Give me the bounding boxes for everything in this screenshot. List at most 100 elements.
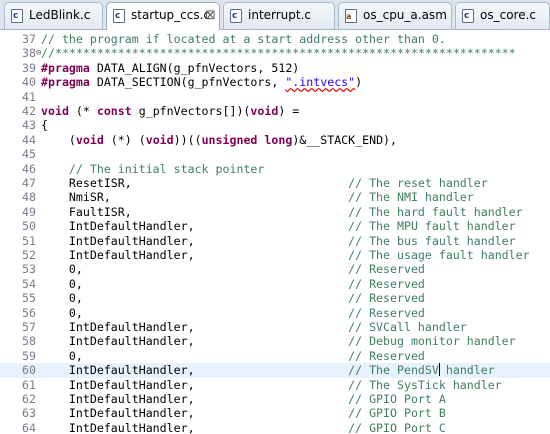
comment-token: // The hard fault handler [348,204,523,219]
code-line[interactable]: 39 #pragma DATA_ALIGN(g_pfnVectors, 512) [0,61,550,75]
code-line[interactable]: 52 IntDefaultHandler, // The usage fault… [0,248,550,262]
code-line[interactable]: 47 ResetISR, // The reset handler [0,176,550,190]
code-line[interactable]: 42 void (* const g_pfnVectors[])(void) = [0,104,550,118]
code-line[interactable]: 41 [0,90,550,104]
comment-token: // SVCall handler [348,320,467,334]
c-file-icon: c [11,9,23,23]
code-token: )&__STACK_END), [292,132,398,147]
keyword-token: const [96,104,132,118]
line-number: 39 [22,60,36,75]
code-token: IntDefaultHandler, [41,363,349,378]
code-token: 0, [41,276,349,291]
code-token: ResetISR, [41,176,349,190]
line-number: 55 [22,291,36,306]
c-file-icon: c [230,9,242,23]
code-token: IntDefaultHandler, [41,233,349,248]
code-line[interactable]: 50 IntDefaultHandler, // The MPU fault h… [0,219,550,233]
code-text: 0, // Reserved [41,349,425,363]
code-text: IntDefaultHandler, // The SysTick handle… [41,378,502,392]
code-line[interactable]: 40 #pragma DATA_SECTION(g_pfnVectors, ".i… [0,75,550,89]
code-token: IntDefaultHandler, [41,392,349,406]
code-line[interactable]: 51 IntDefaultHandler, // The bus fault h… [0,234,550,248]
code-text: FaultISR, // The hard fault handler [41,205,523,219]
comment-token: // The initial stack pointer [41,161,265,176]
tab-interrupt[interactable]: c interrupt.c [223,2,335,29]
code-token: DATA_ALIGN(g_pfnVectors, 512) [89,60,300,75]
code-token: ) [355,75,363,90]
code-text: 0, // Reserved [41,262,425,276]
keyword-token: void [250,104,279,118]
tab-os-core[interactable]: c os_core.c [455,2,550,29]
code-line[interactable]: 38 ⊖//***********************************… [0,46,550,60]
code-line[interactable]: 57 IntDefaultHandler, // SVCall handler [0,320,550,334]
line-number: 41 [22,89,36,104]
comment-token: // Debug monitor handler [348,334,516,349]
code-text: void (* const g_pfnVectors[])(void) = [41,104,299,118]
code-line[interactable]: 54 0, // Reserved [0,277,550,291]
code-editor[interactable]: 37 // the program if located at a start a… [0,30,550,434]
code-token: IntDefaultHandler, [41,320,349,334]
comment-token: // GPIO Port A [348,392,446,406]
code-token: DATA_SECTION(g_pfnVectors, [89,75,286,90]
line-number: 46 [22,161,36,176]
code-line[interactable]: 63 IntDefaultHandler, // GPIO Port B [0,406,550,420]
line-number: 59 [22,348,36,363]
code-line[interactable]: 60 IntDefaultHandler, // The PendSV hand… [0,363,550,378]
code-text: NmiSR, // The NMI handler [41,190,474,204]
keyword-token: #pragma [41,75,90,90]
code-line[interactable]: 58 IntDefaultHandler, // Debug monitor h… [0,334,550,348]
close-icon[interactable]: ⊠ [205,3,216,28]
code-text: { [41,118,48,132]
line-number: 51 [22,233,36,248]
code-line[interactable]: 62 IntDefaultHandler, // GPIO Port A [0,392,550,406]
line-number: 57 [22,320,36,334]
code-text: 0, // Reserved [41,291,425,305]
line-number: 44 [22,132,36,147]
code-line[interactable]: 53 0, // Reserved [0,262,550,276]
tab-startup-ccs[interactable]: c startup_ccs.c ⊠ [106,2,220,30]
line-number: 60 [22,363,36,378]
line-number: 49 [22,204,36,219]
code-line[interactable]: 61 IntDefaultHandler, // The SysTick han… [0,378,550,392]
code-line[interactable]: 48 NmiSR, // The NMI handler [0,190,550,204]
comment-token: // Reserved [348,262,425,277]
code-text: // The initial stack pointer [41,162,264,176]
tab-ledblink[interactable]: c LedBlink.c [4,2,103,29]
code-line[interactable]: 37 // the program if located at a start a… [0,32,550,46]
code-token: (* [68,104,97,118]
code-line[interactable]: 55 0, // Reserved [0,291,550,305]
code-line[interactable]: 59 0, // Reserved [0,349,550,363]
code-line[interactable]: 46 // The initial stack pointer [0,162,550,176]
code-text: #pragma DATA_SECTION(g_pfnVectors, ".int… [41,75,362,89]
code-token: ) = [278,104,300,118]
keyword-token: unsigned long [201,132,293,147]
code-line[interactable]: 49 FaultISR, // The hard fault handler [0,205,550,219]
comment-token: // The bus fault handler [348,233,516,248]
code-token: IntDefaultHandler, [41,334,349,349]
code-line[interactable]: 45 [0,147,550,161]
comment-token: // the program if located at a start add… [41,32,446,46]
code-text: // the program if located at a start add… [41,32,446,46]
code-line[interactable]: 44 (void (*) (void))((unsigned long)&__S… [0,133,550,147]
code-text: IntDefaultHandler, // GPIO Port A [41,392,446,406]
tab-label: startup_ccs.c [131,8,211,22]
code-text: IntDefaultHandler, // SVCall handler [41,320,467,334]
code-token: { [41,118,48,133]
comment-token: // Reserved [348,291,425,306]
line-number: 56 [22,305,36,320]
line-number: 37 [22,32,36,46]
tab-os-cpu-a[interactable]: a os_cpu_a.asm [338,2,452,29]
keyword-token: void [41,104,69,118]
code-text: IntDefaultHandler, // GPIO Port C [41,421,446,434]
code-text: IntDefaultHandler, // The MPU fault hand… [41,219,516,233]
code-line[interactable]: 56 0, // Reserved [0,306,550,320]
comment-token: // The NMI handler [348,190,474,205]
code-line[interactable]: 43 { [0,118,550,132]
comment-token: // The usage fault handler [348,248,530,262]
comment-token: // GPIO Port C [348,420,446,434]
code-line[interactable]: 64 IntDefaultHandler, // GPIO Port C [0,421,550,434]
code-token: IntDefaultHandler, [41,377,349,392]
code-text: 0, // Reserved [41,306,425,320]
line-number: 48 [22,190,36,205]
code-token: (*) ( [103,132,146,147]
